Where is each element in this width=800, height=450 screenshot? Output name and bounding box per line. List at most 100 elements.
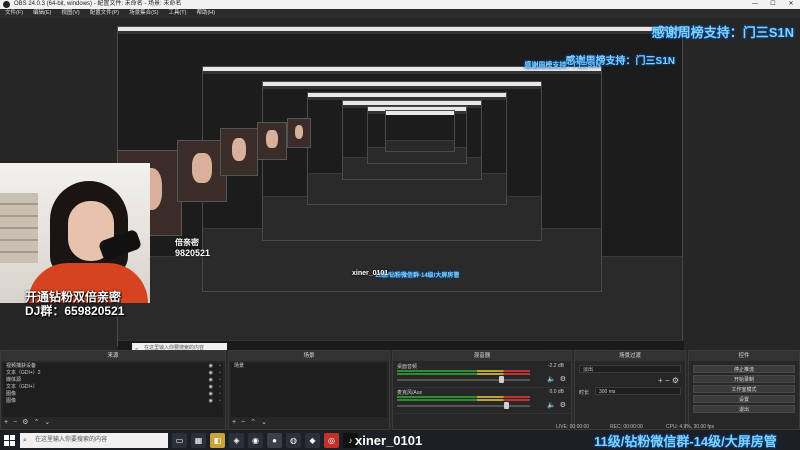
gear-icon[interactable]: ⚙ (560, 401, 566, 409)
menu-file[interactable]: 文件(F) (0, 9, 28, 18)
source-item[interactable]: 文本（GDI+） ◉ ▫ (3, 384, 223, 391)
eye-icon[interactable]: ◉ (209, 363, 213, 370)
scenes-toolbar: + − ⌃ ⌄ (232, 419, 267, 427)
remove-transition-icon[interactable]: − (665, 376, 670, 385)
add-transition-icon[interactable]: + (658, 376, 663, 385)
cpu-status: CPU: 4.9%, 30.00 fps (666, 424, 715, 430)
eye-icon[interactable]: ◉ (209, 377, 213, 384)
scene-item[interactable]: 场景 (231, 363, 387, 370)
source-item[interactable]: 图像 ◉ ▫ (3, 391, 223, 398)
menu-profile[interactable]: 配置文件(P) (85, 9, 124, 18)
live-status: LIVE: 00:00:00 (556, 424, 590, 430)
speaker-icon[interactable]: 🔈 (547, 375, 556, 383)
lock-icon[interactable]: ▫ (219, 377, 221, 384)
studio-mode-button[interactable]: 工作室模式 (693, 385, 795, 393)
nested-douyin-id: xiner_0101 (352, 270, 389, 277)
app-icon[interactable]: ◆ (305, 433, 320, 448)
duration-label: 时长 (579, 390, 590, 396)
window-titlebar: OBS 24.0.3 (64-bit, windows) - 配置文件: 未命名… (0, 0, 800, 9)
add-source-icon[interactable]: + (4, 419, 8, 427)
source-item[interactable]: 图像 ◉ ▫ (3, 398, 223, 405)
maximize-button[interactable]: ☐ (764, 0, 782, 9)
eye-icon[interactable]: ◉ (209, 370, 213, 377)
volume-slider-knob[interactable] (504, 402, 510, 409)
gear-icon[interactable]: ⚙ (560, 375, 566, 383)
ide-icon[interactable]: ◈ (229, 433, 244, 448)
scenes-list[interactable]: 场景 (231, 363, 387, 417)
sources-list[interactable]: 视频捕获设备 ◉ ▫ 文本（GDI+）2 ◉ ▫ 媒体源 ◉ ▫ 文本（GDI+） ◉ ▫ 图像… (3, 363, 223, 417)
scenes-title: 场景 (229, 351, 389, 361)
minimize-button[interactable]: — (746, 0, 764, 9)
start-recording-button[interactable]: 开始录制 (693, 375, 795, 383)
settings-button[interactable]: 设置 (693, 395, 795, 403)
browser-icon[interactable]: ◍ (286, 433, 301, 448)
eye-icon[interactable]: ◉ (209, 391, 213, 398)
file-explorer-icon[interactable]: ▦ (191, 433, 206, 448)
menu-bar: 文件(F) 编辑(E) 视图(V) 配置文件(P) 场景集合(S) 工具(T) … (0, 9, 800, 18)
volume-slider[interactable] (397, 405, 530, 407)
preview-area[interactable]: 倍亲密 9820521 感谢周榜支持：门三S1N 感谢周榜支持：门三S1N 11… (0, 18, 800, 350)
controls-title: 控件 (689, 351, 799, 361)
move-up-icon[interactable]: ⌃ (250, 419, 256, 427)
speaker-icon[interactable]: 🔈 (547, 401, 556, 409)
app-icon[interactable]: ◧ (210, 433, 225, 448)
remove-scene-icon[interactable]: − (241, 419, 245, 427)
bottom-banner: 11级/钻粉微信群-14级/大屏房管 (594, 434, 777, 449)
nested-search-box: ⌕ 在这里输入你要搜索的内容 (132, 343, 227, 350)
exit-button[interactable]: 退出 (693, 405, 795, 413)
eye-icon[interactable]: ◉ (209, 384, 213, 391)
volume-slider[interactable] (397, 379, 530, 381)
dock-area: 来源 视频捕获设备 ◉ ▫ 文本（GDI+）2 ◉ ▫ 媒体源 ◉ ▫ 文本（GDI+） ◉ ▫… (0, 350, 800, 430)
window-title: OBS 24.0.3 (64-bit, windows) - 配置文件: 未命名… (14, 1, 182, 7)
search-icon: ⌕ (23, 437, 27, 444)
source-item[interactable]: 视频捕获设备 ◉ ▫ (3, 363, 223, 370)
taskbar-search-box[interactable]: ⌕ 在这里输入你要搜索的内容 (20, 433, 168, 448)
source-item[interactable]: 文本（GDI+）2 ◉ ▫ (3, 370, 223, 377)
move-down-icon[interactable]: ⌄ (261, 419, 267, 427)
close-button[interactable]: ✕ (782, 0, 800, 9)
move-up-icon[interactable]: ⌃ (33, 419, 39, 427)
add-scene-icon[interactable]: + (232, 419, 236, 427)
sources-title: 来源 (1, 351, 225, 361)
menu-scene-collection[interactable]: 场景集合(S) (124, 9, 163, 18)
menu-edit[interactable]: 编辑(E) (28, 9, 56, 18)
steam-icon[interactable]: ◉ (248, 433, 263, 448)
menu-help[interactable]: 帮助(H) (191, 9, 220, 18)
eye-icon[interactable]: ◉ (209, 398, 213, 405)
volume-slider-knob[interactable] (498, 376, 504, 383)
sources-toolbar: + − ⚙ ⌃ ⌄ (4, 419, 50, 427)
move-down-icon[interactable]: ⌄ (44, 419, 50, 427)
obs-icon[interactable]: ● (267, 433, 282, 448)
duration-field[interactable]: 300 ms (595, 387, 681, 395)
qq-group-text: DJ群：659820521 (25, 304, 125, 318)
transition-type-select[interactable]: 淡出 (579, 365, 681, 373)
lock-icon[interactable]: ▫ (219, 384, 221, 391)
stop-streaming-button[interactable]: 停止推流 (693, 365, 795, 373)
level-meter (397, 399, 530, 401)
lock-icon[interactable]: ▫ (219, 398, 221, 405)
preview-canvas[interactable]: 倍亲密 9820521 感谢周榜支持：门三S1N 感谢周榜支持：门三S1N 11… (117, 26, 683, 346)
mixer-channel-desktop: 桌面音频 -2.2 dB 🔈 ⚙ (394, 362, 570, 388)
nested-webcam (287, 118, 311, 148)
sources-panel: 来源 视频捕获设备 ◉ ▫ 文本（GDI+）2 ◉ ▫ 媒体源 ◉ ▫ 文本（GDI+） ◉ ▫… (0, 350, 226, 430)
level-meter (397, 396, 530, 398)
controls-panel: 控件 停止推流 开始录制 工作室模式 设置 退出 (688, 350, 800, 430)
gear-icon[interactable]: ⚙ (22, 419, 28, 427)
task-view-icon[interactable]: ▭ (172, 433, 187, 448)
scenes-panel: 场景 场景 + − ⌃ ⌄ (228, 350, 390, 430)
lock-icon[interactable]: ▫ (219, 363, 221, 370)
netease-music-icon[interactable]: ◎ (324, 433, 339, 448)
transitions-title: 场景过渡 (575, 351, 685, 361)
windows-start-icon[interactable] (4, 435, 15, 446)
lock-icon[interactable]: ▫ (219, 370, 221, 377)
mixer-title: 混音器 (393, 351, 571, 361)
source-item[interactable]: 媒体源 ◉ ▫ (3, 377, 223, 384)
lock-icon[interactable]: ▫ (219, 391, 221, 398)
menu-view[interactable]: 视图(V) (56, 9, 84, 18)
window-controls: — ☐ ✕ (746, 0, 800, 9)
nested-webcam (257, 122, 287, 160)
mixer-panel: 混音器 桌面音频 -2.2 dB 🔈 ⚙ 麦克风/Aux 0.0 dB 🔈 ⚙ (392, 350, 572, 430)
gear-icon[interactable]: ⚙ (672, 376, 679, 385)
remove-source-icon[interactable]: − (13, 419, 17, 427)
menu-tools[interactable]: 工具(T) (163, 9, 191, 18)
